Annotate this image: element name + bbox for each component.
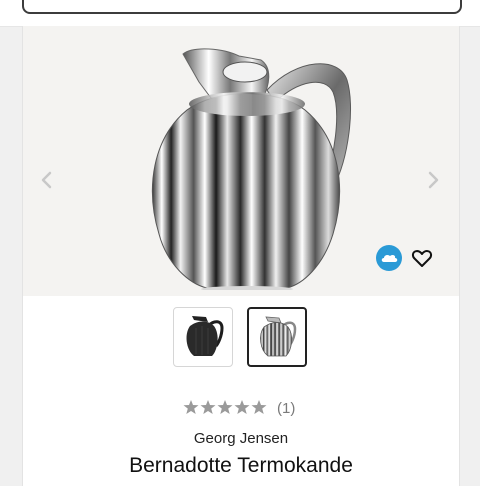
thumbnail-steel-jug[interactable] [247, 307, 307, 367]
star-icon [183, 400, 199, 414]
rating-count: (1) [277, 400, 296, 417]
star-icon [251, 400, 267, 414]
thumbnail-black-jug[interactable] [173, 307, 233, 367]
top-bar [0, 0, 480, 27]
product-title: Bernadotte Termokande [129, 454, 353, 477]
star-icon [200, 400, 216, 414]
product-image-stage [23, 26, 459, 296]
product-card: (1) Georg Jensen Bernadotte Termokande [22, 26, 460, 486]
chevron-left-icon[interactable] [37, 168, 57, 192]
product-brand[interactable]: Georg Jensen [23, 430, 459, 447]
star-icon [217, 400, 233, 414]
cloud-badge-icon[interactable] [376, 245, 402, 271]
product-image [127, 38, 357, 292]
search-input[interactable] [22, 0, 462, 14]
product-rating[interactable]: (1) [183, 399, 323, 419]
heart-outline-icon[interactable] [410, 246, 434, 270]
chevron-right-icon[interactable] [423, 168, 443, 192]
star-icon [234, 400, 250, 414]
